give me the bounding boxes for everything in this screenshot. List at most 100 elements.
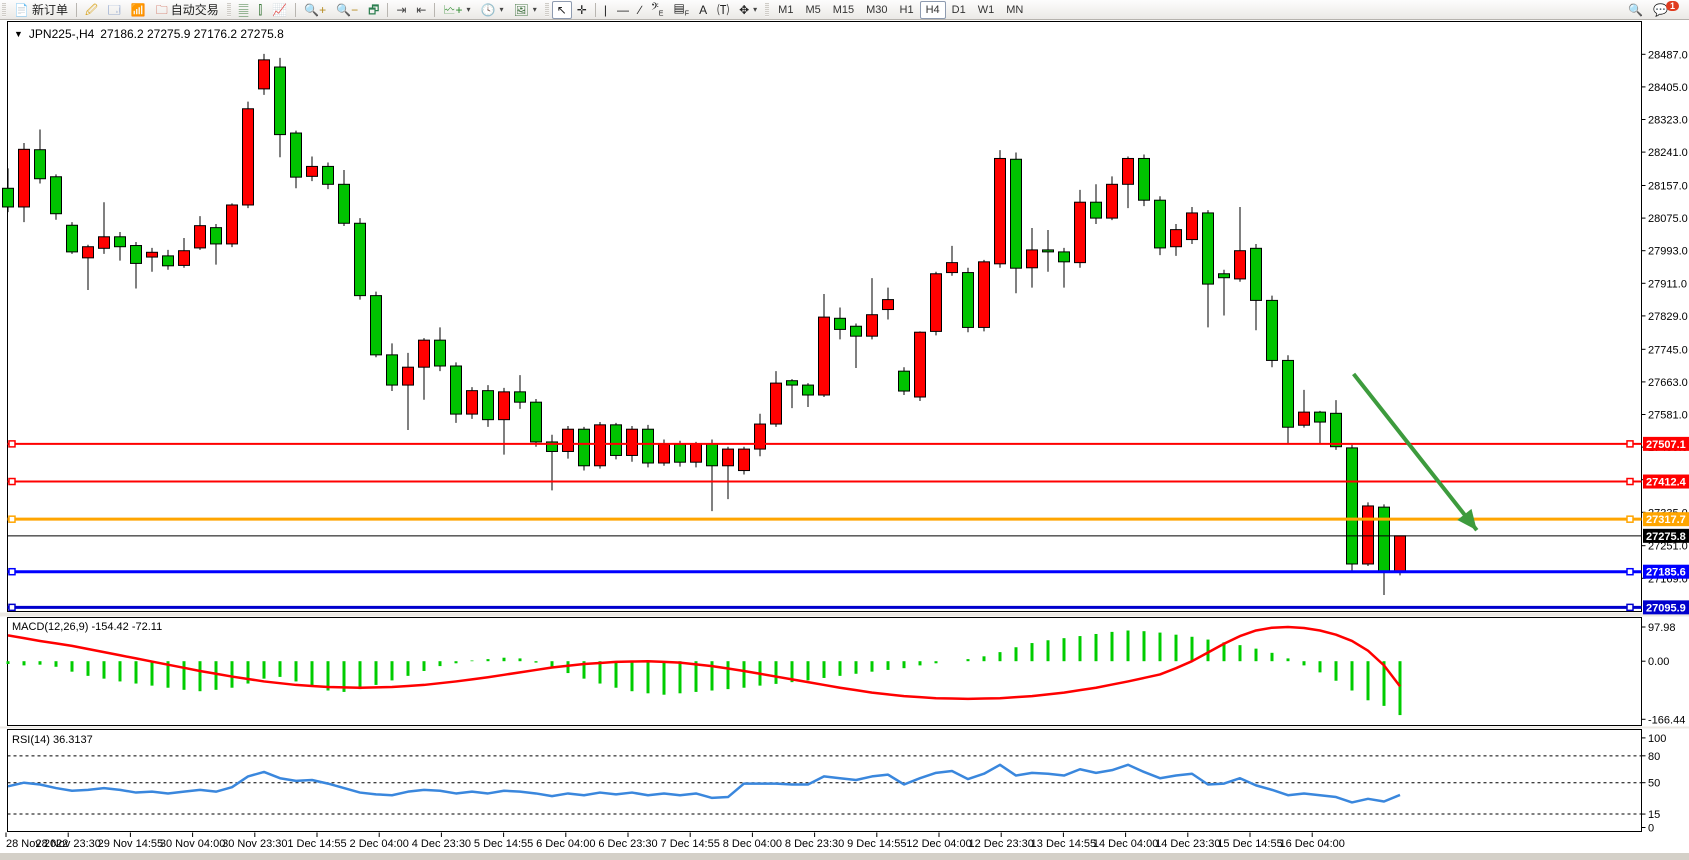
cursor-icon: ↖ — [557, 4, 567, 16]
tf-m5-button[interactable]: M5 — [799, 1, 826, 19]
bar-chart-button[interactable]: 𝄛 — [234, 1, 254, 19]
fibonacci-tool-button[interactable]: ▤F — [668, 1, 694, 19]
channel-tool-button[interactable]: 𝄢E — [646, 1, 668, 19]
arrows-tool-button[interactable]: ✥▾ — [734, 1, 762, 19]
zoom-in-button[interactable]: 🔍+ — [299, 1, 331, 19]
label-tool-button[interactable]: 🄣 — [712, 1, 734, 19]
price-axis: 28487.028405.028323.028241.028157.028075… — [1642, 49, 1688, 585]
svg-text:27581.0: 27581.0 — [1648, 409, 1688, 421]
line-handle[interactable] — [1627, 441, 1633, 447]
window-bottom-edge — [0, 853, 1689, 860]
vline-tool-button[interactable]: | — [599, 1, 612, 19]
candle-chart-button[interactable]: ⫿ — [253, 1, 267, 19]
symbol-dropdown-icon[interactable]: ▼ — [14, 29, 23, 39]
rsi-label: RSI(14) 36.3137 — [12, 734, 93, 746]
tf-m1-button[interactable]: M1 — [772, 1, 799, 19]
tf-d1-button[interactable]: D1 — [946, 1, 972, 19]
auto-scroll-button[interactable]: ⇤ — [411, 1, 431, 19]
template-icon: 🖼 — [514, 4, 529, 16]
macd-label: MACD(12,26,9) -154.42 -72.11 — [12, 621, 162, 633]
auto-trading-icon: 🗀 — [156, 4, 168, 16]
chart-canvas[interactable]: 28487.028405.028323.028241.028157.028075… — [0, 20, 1689, 853]
svg-text:100: 100 — [1648, 733, 1666, 745]
date-label: 12 Dec 23:30 — [968, 838, 1033, 850]
date-label: 30 Nov 23:30 — [222, 838, 287, 850]
chart-window[interactable]: 28487.028405.028323.028241.028157.028075… — [0, 20, 1689, 853]
tf-h1-button[interactable]: H1 — [894, 1, 920, 19]
svg-text:27317.7: 27317.7 — [1646, 514, 1686, 526]
search-button[interactable]: 🔍 — [1623, 1, 1648, 19]
signals-button[interactable]: 📶 — [126, 1, 151, 19]
tf-h4-button[interactable]: H4 — [920, 1, 946, 19]
templates-button[interactable]: 🖼▾ — [509, 1, 542, 19]
date-label: 29 Nov 14:55 — [98, 838, 163, 850]
line-handle[interactable] — [1627, 604, 1633, 610]
svg-text:28405.0: 28405.0 — [1648, 82, 1688, 94]
new-order-button[interactable]: 📄 新订单 — [9, 1, 73, 19]
line-handle[interactable] — [1627, 569, 1633, 575]
svg-text:28075.0: 28075.0 — [1648, 213, 1688, 225]
text-tool-button[interactable]: A — [694, 1, 712, 19]
auto-trading-label: 自动交易 — [171, 1, 219, 18]
tf-w1-button[interactable]: W1 — [972, 1, 1001, 19]
date-label: 9 Dec 14:55 — [847, 838, 906, 850]
zoom-in-icon: 🔍+ — [304, 4, 326, 16]
line-chart-button[interactable]: 📈 — [267, 1, 292, 19]
line-handle[interactable] — [9, 569, 15, 575]
tf-m30-button[interactable]: M30 — [860, 1, 893, 19]
date-label: 5 Dec 14:55 — [474, 838, 533, 850]
line-handle[interactable] — [9, 441, 15, 447]
new-order-label: 新订单 — [32, 1, 68, 18]
hline-tool-button[interactable]: — — [612, 1, 634, 19]
pane-splitter-0[interactable] — [0, 613, 1689, 617]
svg-text:-166.44: -166.44 — [1648, 714, 1685, 726]
chart-shift-button[interactable]: ⇥ — [391, 1, 411, 19]
trendline-tool-button[interactable]: ∕ — [634, 1, 646, 19]
crosshair-icon: ✛ — [577, 4, 587, 16]
svg-text:0: 0 — [1648, 823, 1654, 835]
date-label: 16 Dec 04:00 — [1279, 838, 1344, 850]
chart-title-symbol: JPN225-,H4 — [29, 27, 94, 41]
line-handle[interactable] — [9, 479, 15, 485]
line-chart-icon: 📈 — [272, 4, 287, 16]
svg-text:0.00: 0.00 — [1648, 656, 1669, 668]
add-indicator-icon: 🗠+ — [443, 4, 462, 16]
highlight-button[interactable]: 🖉 — [80, 1, 103, 19]
rsi-pane[interactable] — [8, 730, 1642, 832]
svg-text:28241.0: 28241.0 — [1648, 147, 1688, 159]
cursor-tool-button[interactable]: ↖ — [552, 1, 572, 19]
tile-windows-button[interactable]: 🗗 — [363, 1, 384, 19]
date-label: 28 Nov 23:30 — [35, 838, 100, 850]
svg-text:80: 80 — [1648, 751, 1660, 763]
date-label: 8 Dec 04:00 — [723, 838, 782, 850]
zoom-out-button[interactable]: 🔍− — [331, 1, 363, 19]
text-label-icon: 🄣 — [717, 4, 729, 16]
crosshair-tool-button[interactable]: ✛ — [572, 1, 592, 19]
highlighter-icon: 🖉 — [85, 4, 98, 16]
fibonacci-icon: ▤F — [673, 2, 689, 17]
zoom-out-icon: 🔍− — [336, 4, 358, 16]
pane-splitter-1[interactable] — [0, 727, 1689, 729]
date-label: 7 Dec 14:55 — [661, 838, 720, 850]
auto-trading-button[interactable]: 🗀 自动交易 — [151, 1, 224, 19]
date-label: 4 Dec 23:30 — [412, 838, 471, 850]
search-icon: 🔍 — [1628, 4, 1643, 16]
line-handle[interactable] — [9, 604, 15, 610]
line-handle[interactable] — [9, 516, 15, 522]
chart-title: ▼ JPN225-,H4 27186.2 27275.9 27176.2 272… — [14, 27, 284, 41]
date-axis: 28 Nov 202228 Nov 23:3029 Nov 14:5530 No… — [6, 833, 1345, 851]
periods-button[interactable]: 🕓▾ — [476, 1, 509, 19]
date-label: 14 Dec 04:00 — [1093, 838, 1158, 850]
notifications-button[interactable]: 💬 1 — [1648, 1, 1689, 19]
clock-icon: 🕓 — [481, 4, 496, 16]
tf-m15-button[interactable]: M15 — [827, 1, 860, 19]
vertical-line-icon: | — [604, 4, 607, 16]
line-handle[interactable] — [1627, 516, 1633, 522]
market-watch-button[interactable]: 🗔 — [103, 1, 126, 19]
auto-scroll-icon: ⇤ — [416, 4, 426, 16]
line-handle[interactable] — [1627, 479, 1633, 485]
date-label: 1 Dec 14:55 — [287, 838, 346, 850]
tf-mn-button[interactable]: MN — [1000, 1, 1029, 19]
notification-badge: 1 — [1666, 1, 1679, 11]
add-indicator-button[interactable]: 🗠+▾ — [438, 1, 475, 19]
